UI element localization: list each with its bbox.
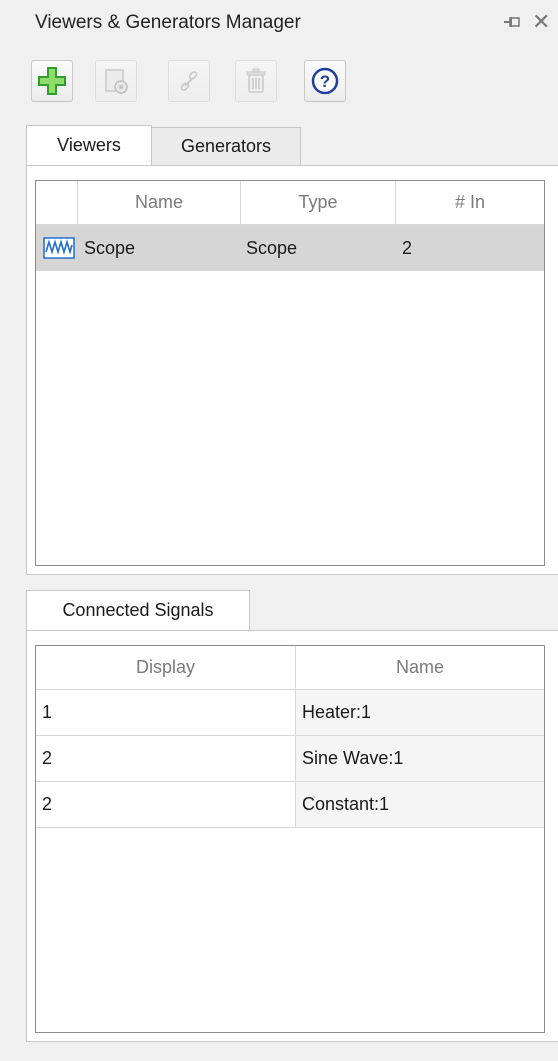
signal-name-header-label: Name bbox=[395, 657, 444, 677]
title-bar: Viewers & Generators Manager ✕ bbox=[8, 0, 558, 46]
plus-icon bbox=[38, 67, 66, 95]
signal-name-cell: Constant:1 bbox=[296, 782, 544, 828]
svg-text:?: ? bbox=[320, 72, 330, 91]
scope-icon bbox=[40, 225, 78, 271]
tab-viewers-label: Viewers bbox=[57, 135, 121, 155]
toolbar: ? bbox=[8, 60, 558, 104]
type-header-label: Type bbox=[298, 192, 338, 212]
delete-button[interactable] bbox=[235, 60, 277, 102]
link-icon bbox=[180, 71, 198, 91]
table-row[interactable]: 1 Heater:1 bbox=[36, 690, 546, 736]
trash-icon bbox=[246, 68, 266, 93]
name-header-label: Name bbox=[134, 192, 183, 212]
icon-column-header bbox=[36, 181, 78, 225]
table-row[interactable]: 2 Sine Wave:1 bbox=[36, 736, 546, 782]
signal-name-cell: Sine Wave:1 bbox=[296, 736, 544, 782]
display-header-label: Display bbox=[135, 657, 196, 677]
type-column-header[interactable]: Type bbox=[241, 181, 396, 225]
panel-title: Viewers & Generators Manager bbox=[35, 12, 301, 33]
table-row[interactable]: Scope Scope 2 bbox=[36, 225, 544, 271]
help-button[interactable]: ? bbox=[304, 60, 346, 102]
signals-table: Display Name 1 Heater:1 2 Sine Wave:1 2 … bbox=[35, 645, 545, 1033]
tab-connected-signals-label: Connected Signals bbox=[62, 600, 214, 620]
display-cell: 2 bbox=[36, 736, 296, 782]
viewer-name-cell: Scope bbox=[84, 237, 136, 258]
display-column-header[interactable]: Display bbox=[36, 646, 296, 690]
name-column-header[interactable]: Name bbox=[78, 181, 241, 225]
viewers-tab-body: Name Type # In Scope Scope 2 bbox=[26, 165, 558, 575]
signal-name-column-header[interactable]: Name bbox=[296, 646, 544, 690]
display-cell: 2 bbox=[36, 782, 296, 828]
inputs-column-header[interactable]: # In bbox=[396, 181, 544, 225]
link-button[interactable] bbox=[168, 60, 210, 102]
display-cell: 1 bbox=[36, 690, 296, 736]
tab-viewers[interactable]: Viewers bbox=[26, 125, 152, 165]
tab-connected-signals[interactable]: Connected Signals bbox=[26, 590, 250, 630]
help-icon: ? bbox=[311, 67, 339, 95]
viewer-inputs-cell: 2 bbox=[402, 237, 413, 258]
viewers-table: Name Type # In Scope Scope 2 bbox=[35, 180, 545, 566]
add-viewer-button[interactable] bbox=[31, 60, 73, 102]
close-icon[interactable]: ✕ bbox=[532, 11, 550, 33]
inputs-header-label: # In bbox=[454, 192, 486, 212]
tab-generators-label: Generators bbox=[180, 136, 272, 156]
parameters-icon bbox=[105, 69, 128, 94]
tab-generators[interactable]: Generators bbox=[151, 127, 301, 165]
viewer-type-cell: Scope bbox=[246, 237, 298, 258]
signals-tab-body: Display Name 1 Heater:1 2 Sine Wave:1 2 … bbox=[26, 630, 558, 1042]
table-row[interactable]: 2 Constant:1 bbox=[36, 782, 546, 828]
open-parameters-button[interactable] bbox=[95, 60, 137, 102]
signal-name-cell: Heater:1 bbox=[296, 690, 544, 736]
pin-icon[interactable] bbox=[503, 15, 521, 29]
viewers-generators-manager-panel: Viewers & Generators Manager ✕ ? Viewers… bbox=[8, 0, 558, 1061]
